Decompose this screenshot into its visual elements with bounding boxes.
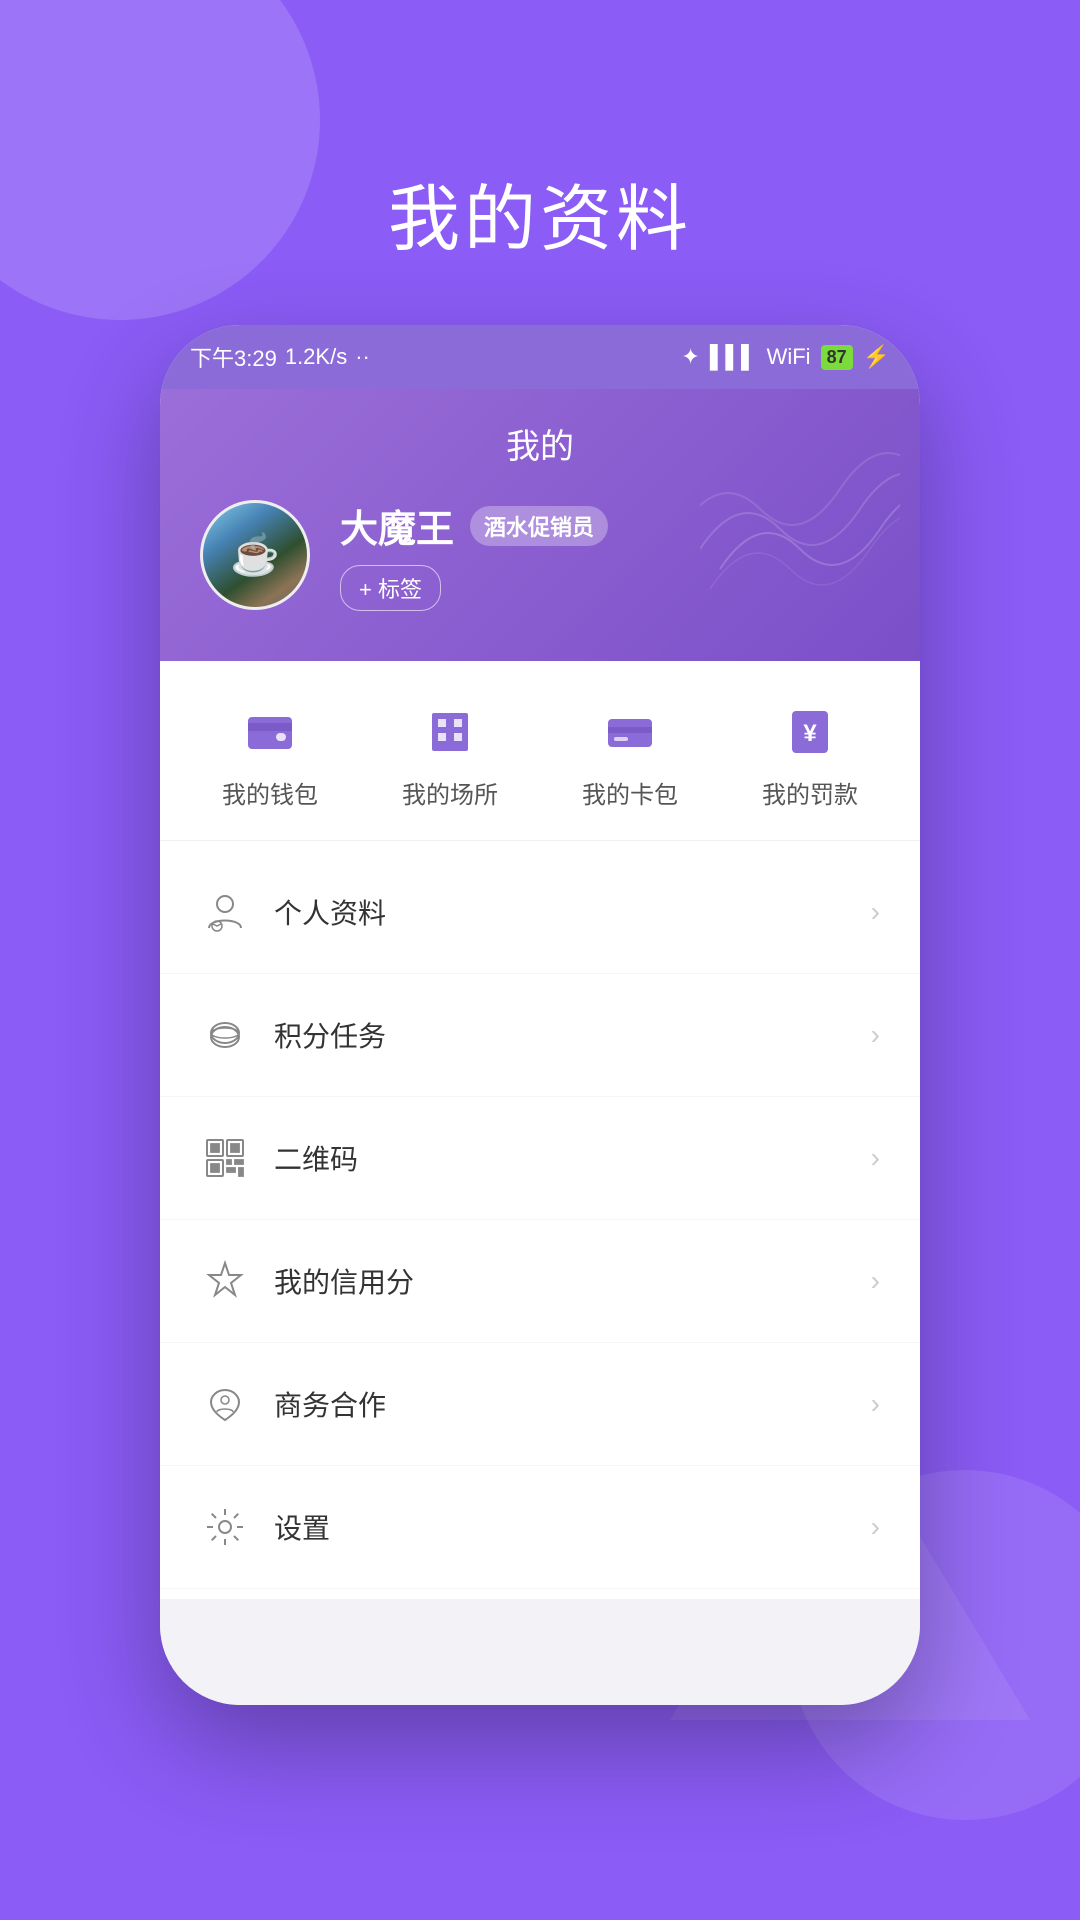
action-wallet-label: 我的钱包 xyxy=(222,775,318,810)
role-badge: 酒水促销员 xyxy=(470,506,608,546)
person-icon xyxy=(200,887,250,937)
chevron-right-icon-3: › xyxy=(871,1142,880,1174)
wallet-icon xyxy=(235,701,305,761)
menu-item-profile[interactable]: 个人资料 › xyxy=(160,851,920,974)
action-venue-label: 我的场所 xyxy=(402,775,498,810)
menu-business-text: 商务合作 xyxy=(274,1384,847,1424)
bluetooth-icon: ✦ xyxy=(681,344,699,370)
qrcode-icon xyxy=(200,1133,250,1183)
battery-badge: 87 xyxy=(821,345,853,370)
status-right: ✦ ▌▌▌ WiFi 87 ⚡ xyxy=(681,344,890,370)
chevron-right-icon-6: › xyxy=(871,1511,880,1543)
menu-points-text: 积分任务 xyxy=(274,1015,847,1055)
menu-credit-text: 我的信用分 xyxy=(274,1261,847,1301)
svg-text:¥: ¥ xyxy=(803,720,817,747)
wave-decoration xyxy=(700,409,900,589)
status-left: 下午3:29 1.2K/s ·· xyxy=(190,341,370,373)
charging-icon: ⚡ xyxy=(863,344,890,370)
action-fine[interactable]: ¥ 我的罚款 xyxy=(762,701,858,810)
signal-icon: ▌▌▌ xyxy=(710,344,757,370)
status-dot: ·· xyxy=(355,344,370,370)
points-icon xyxy=(200,1010,250,1060)
menu-qrcode-text: 二维码 xyxy=(274,1138,847,1178)
avatar[interactable] xyxy=(200,500,310,610)
action-card[interactable]: 我的卡包 xyxy=(582,701,678,810)
phone-mockup: 下午3:29 1.2K/s ·· ✦ ▌▌▌ WiFi 87 ⚡ 我的 xyxy=(160,325,920,1705)
tag-button[interactable]: + 标签 xyxy=(340,565,441,611)
avatar-image xyxy=(203,503,307,607)
wifi-icon: WiFi xyxy=(767,344,811,370)
action-venue[interactable]: 我的场所 xyxy=(402,701,498,810)
building-icon xyxy=(415,701,485,761)
chevron-right-icon-5: › xyxy=(871,1388,880,1420)
settings-icon xyxy=(200,1502,250,1552)
menu-item-business[interactable]: 商务合作 › xyxy=(160,1343,920,1466)
menu-item-qrcode[interactable]: 二维码 › xyxy=(160,1097,920,1220)
chevron-right-icon-4: › xyxy=(871,1265,880,1297)
status-speed: 1.2K/s xyxy=(285,344,347,370)
business-icon xyxy=(200,1379,250,1429)
menu-list: 个人资料 › 积分任务 › xyxy=(160,841,920,1599)
page-title: 我的资料 xyxy=(388,160,692,265)
profile-header: 我的 大魔王 酒水促销员 + 标签 xyxy=(160,389,920,661)
bg-decoration-circle-top xyxy=(0,0,320,320)
gray-area xyxy=(160,1599,920,1705)
quick-actions: 我的钱包 我的场所 我的卡包 xyxy=(160,661,920,841)
action-fine-label: 我的罚款 xyxy=(762,775,858,810)
fine-icon: ¥ xyxy=(775,701,845,761)
card-icon xyxy=(595,701,665,761)
menu-settings-text: 设置 xyxy=(274,1507,847,1547)
chevron-right-icon-2: › xyxy=(871,1019,880,1051)
menu-item-settings[interactable]: 设置 › xyxy=(160,1466,920,1589)
username-text: 大魔王 xyxy=(340,498,454,553)
status-bar: 下午3:29 1.2K/s ·· ✦ ▌▌▌ WiFi 87 ⚡ xyxy=(160,325,920,389)
action-wallet[interactable]: 我的钱包 xyxy=(222,701,318,810)
menu-profile-text: 个人资料 xyxy=(274,892,847,932)
menu-item-points[interactable]: 积分任务 › xyxy=(160,974,920,1097)
credit-icon xyxy=(200,1256,250,1306)
chevron-right-icon: › xyxy=(871,896,880,928)
action-card-label: 我的卡包 xyxy=(582,775,678,810)
status-time: 下午3:29 xyxy=(190,341,277,373)
menu-item-credit[interactable]: 我的信用分 › xyxy=(160,1220,920,1343)
